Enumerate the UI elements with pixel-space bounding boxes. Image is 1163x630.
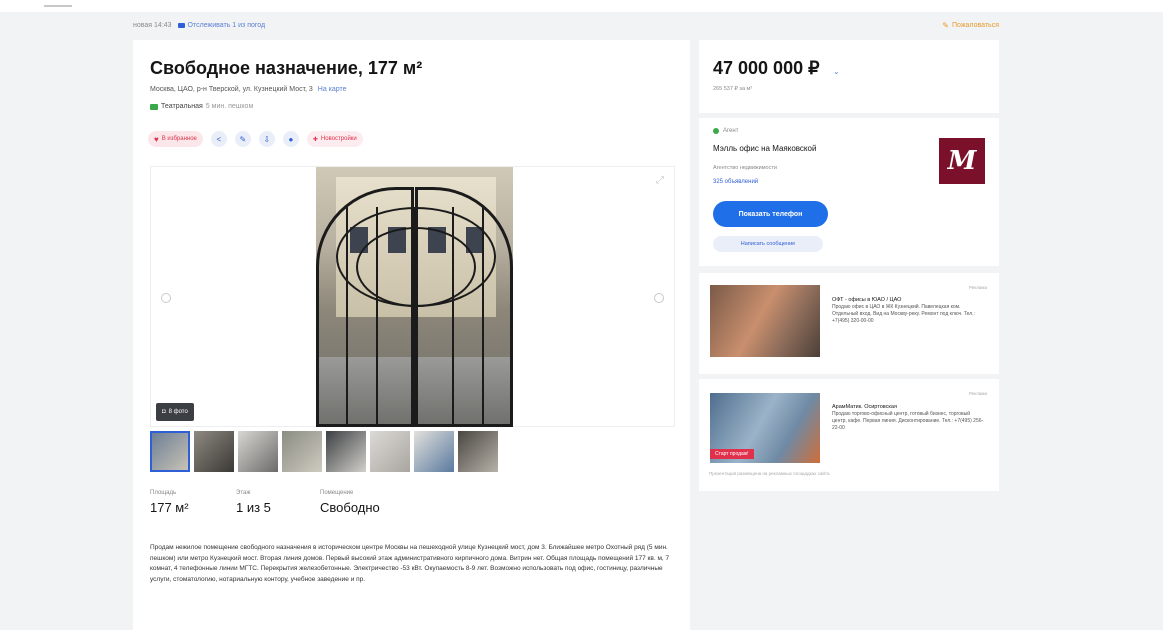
ad-text: АрамМатик. Осиртовская Продаю торгово-оф… <box>832 404 984 432</box>
hide-button[interactable]: ● <box>282 131 299 147</box>
new-building-button[interactable]: ✚ Новостройки <box>306 131 363 147</box>
new-icon: ✚ <box>312 136 318 143</box>
track-link[interactable]: Отслеживать 1 из погод <box>177 21 266 29</box>
thumbnail[interactable] <box>282 431 322 472</box>
agent-ads-link[interactable]: 325 объявлений <box>713 179 758 185</box>
ad-title: АрамМатик. Осиртовская <box>832 404 897 410</box>
ad-card[interactable]: Реклама ОФТ - офисы в ЮАО / ЦАО Продаю о… <box>699 273 999 374</box>
spec-area: Площадь 177 м² <box>150 490 236 515</box>
price-history-icon[interactable]: ⌄ <box>833 67 840 76</box>
gate-bar <box>376 207 378 427</box>
price: 47 000 000 ₽ <box>713 58 820 78</box>
ad-card[interactable]: Реклама Старт продаж! АрамМатик. Осиртов… <box>699 379 999 491</box>
agent-card: Агент Мэлль офис на Маяковской Агентство… <box>699 118 999 266</box>
thumbnail-strip <box>150 431 498 472</box>
share-icon: < <box>216 134 222 144</box>
description: Продам нежилое помещение свободного назн… <box>150 544 670 583</box>
main-photo[interactable] <box>316 167 513 427</box>
spec-key: Этаж <box>236 490 251 496</box>
thumbnail[interactable] <box>238 431 278 472</box>
gate-bar <box>482 207 484 427</box>
next-photo-button[interactable] <box>654 293 664 303</box>
views-text: новая 14:43 <box>133 21 172 29</box>
thumbnail[interactable] <box>150 431 190 472</box>
ad-body: Продаю офис в ЦАО в ЖК Кузнецкий. Павеле… <box>832 304 975 324</box>
metro-info: Театральная 5 мин. пешком <box>150 103 253 110</box>
ad-footer: Презентация размещена на рекламных площа… <box>709 471 830 476</box>
ad-label: Реклама <box>968 285 987 290</box>
gate-bar <box>414 207 416 427</box>
agent-type: Агентство недвижимости <box>713 165 777 171</box>
listing-address: Москва, ЦАО, р-н Тверской, ул. Кузнецкий… <box>150 86 347 93</box>
agent-logo[interactable]: M <box>939 138 985 184</box>
price-card: 47 000 000 ₽ ⌄ 265 537 ₽ за м² <box>699 40 999 113</box>
listing-title: Свободное назначение, 177 м² <box>150 58 423 78</box>
gate-arc <box>356 227 476 307</box>
pencil-icon: ✎ <box>239 134 247 144</box>
agent-status: Агент <box>713 128 738 134</box>
thumbnail[interactable] <box>370 431 410 472</box>
download-icon: ⇩ <box>263 134 271 144</box>
top-dash <box>44 5 72 7</box>
thumbnail[interactable] <box>458 431 498 472</box>
gate-bar <box>452 207 454 427</box>
metro-icon <box>150 103 158 110</box>
metro-walk: 5 мин. пешком <box>205 103 254 110</box>
specs: Площадь 177 м² Этаж 1 из 5 Помещение Сво… <box>150 490 440 515</box>
agent-status-label: Агент <box>723 128 739 134</box>
camera-icon: ◘ <box>162 409 166 415</box>
track-link-label: Отслеживать 1 из погод <box>187 21 266 29</box>
spec-value: Свободно <box>320 500 380 515</box>
flag-icon: ✎ <box>942 20 949 30</box>
eye-icon: ● <box>288 134 294 144</box>
metro-name[interactable]: Театральная <box>161 103 203 110</box>
gate-bar <box>346 207 348 427</box>
spec-value: 177 м² <box>150 500 189 515</box>
photo-count-badge[interactable]: ◘ 8 фото <box>156 403 194 421</box>
meta-bar: новая 14:43 Отслеживать 1 из погод ✎ Пож… <box>133 18 999 32</box>
map-link[interactable]: На карте <box>318 86 347 93</box>
spec-room: Помещение Свободно <box>320 490 440 515</box>
ad-text: ОФТ - офисы в ЮАО / ЦАО Продаю офис в ЦА… <box>832 297 984 325</box>
new-label: Новостройки <box>320 136 357 142</box>
prev-photo-button[interactable] <box>161 293 171 303</box>
agent-name[interactable]: Мэлль офис на Маяковской <box>713 144 816 153</box>
write-message-button[interactable]: Написать сообщение <box>713 236 823 252</box>
spec-key: Площадь <box>150 490 177 496</box>
ad-title: ОФТ - офисы в ЮАО / ЦАО <box>832 297 902 303</box>
photo-gallery: ⤢ ◘ 8 фото <box>150 166 675 427</box>
spec-value: 1 из 5 <box>236 500 271 515</box>
ad-body: Продаю торгово-офисный центр, готовый би… <box>832 411 984 431</box>
share-button[interactable]: < <box>210 131 227 147</box>
spec-key: Помещение <box>320 490 354 496</box>
stats-icon <box>177 22 185 28</box>
ad-image[interactable] <box>710 285 820 357</box>
top-bar <box>0 0 1163 12</box>
heart-icon: ♥ <box>154 134 159 144</box>
online-dot-icon <box>713 128 719 134</box>
ad-badge: Старт продаж! <box>710 449 754 459</box>
show-phone-button[interactable]: Показать телефон <box>713 201 828 227</box>
thumbnail[interactable] <box>414 431 454 472</box>
listing-card: Свободное назначение, 177 м² Москва, ЦАО… <box>133 40 690 630</box>
thumbnail[interactable] <box>326 431 366 472</box>
edit-button[interactable]: ✎ <box>234 131 251 147</box>
download-button[interactable]: ⇩ <box>258 131 275 147</box>
favorite-label: В избранное <box>161 136 197 142</box>
complain-label: Пожаловаться <box>951 21 999 29</box>
address-text: Москва, ЦАО, р-н Тверской, ул. Кузнецкий… <box>150 86 313 93</box>
action-bar: ♥ В избранное < ✎ ⇩ ● ✚ Новостройки <box>148 131 363 147</box>
complain-button[interactable]: ✎ Пожаловаться <box>942 21 999 30</box>
spec-floor: Этаж 1 из 5 <box>236 490 320 515</box>
expand-icon[interactable]: ⤢ <box>656 175 664 186</box>
price-per-meter: 265 537 ₽ за м² <box>713 86 753 92</box>
favorite-button[interactable]: ♥ В избранное <box>148 131 203 147</box>
photo-count-label: 8 фото <box>168 409 188 415</box>
ad-label: Реклама <box>968 391 987 396</box>
thumbnail[interactable] <box>194 431 234 472</box>
